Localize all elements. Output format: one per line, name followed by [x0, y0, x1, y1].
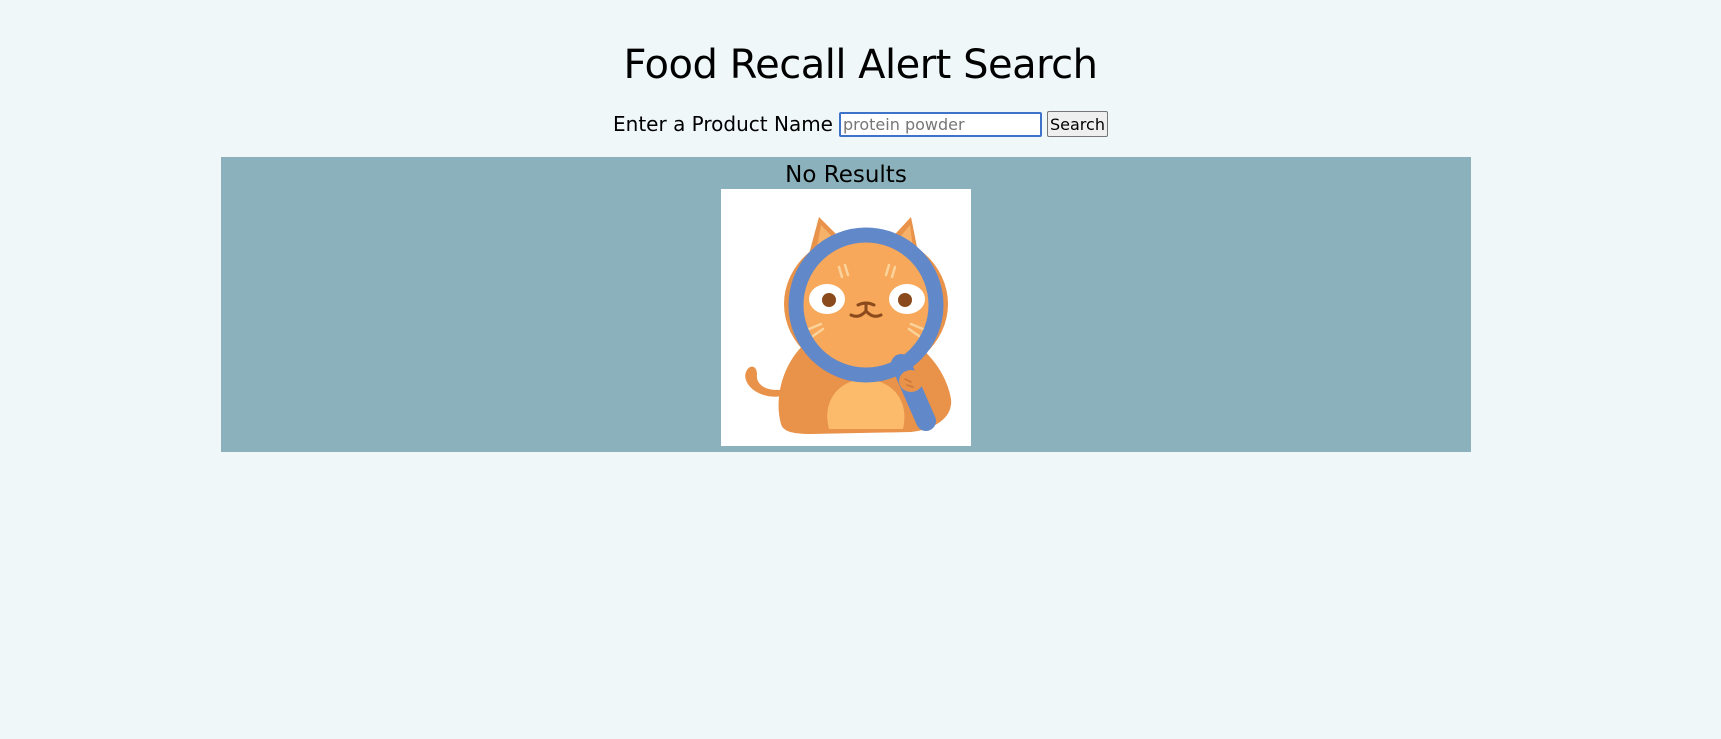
cat-with-magnifying-glass-icon — [721, 189, 971, 446]
results-heading: No Results — [785, 162, 907, 188]
search-label: Enter a Product Name — [613, 112, 833, 136]
search-button[interactable]: Search — [1046, 111, 1108, 137]
page-title: Food Recall Alert Search — [623, 42, 1098, 88]
search-form: Enter a Product Name Search — [0, 108, 1721, 140]
search-input[interactable] — [838, 111, 1042, 137]
results-panel: No Results — [221, 157, 1471, 452]
